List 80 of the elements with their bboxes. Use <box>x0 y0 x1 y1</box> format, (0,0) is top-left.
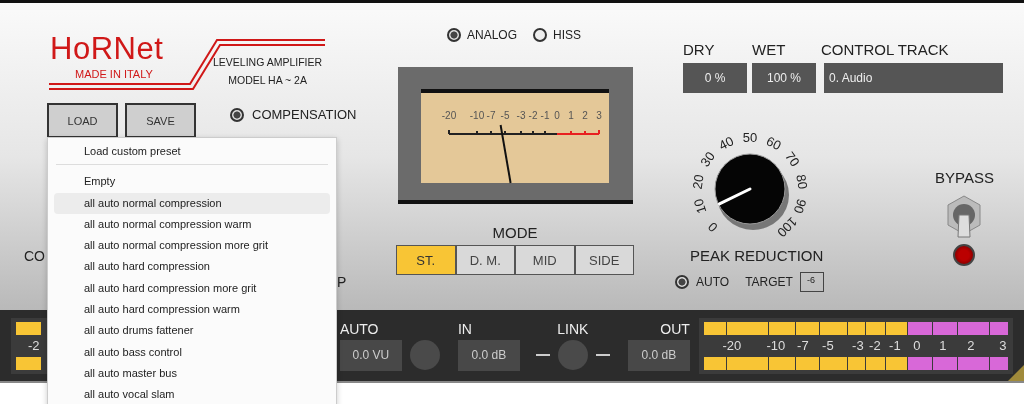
vu-scale-label: 2 <box>582 110 588 121</box>
tagline: MADE IN ITALY <box>75 68 153 81</box>
menu-item[interactable]: all auto hard compression more grit <box>54 277 330 300</box>
mode-button[interactable]: D. M. <box>455 245 515 275</box>
vu-scale-label: -1 <box>540 110 550 121</box>
vu-scale-label: -7 <box>486 110 496 121</box>
bypass-label: BYPASS <box>935 169 994 186</box>
control-label: P <box>337 274 347 290</box>
vu-scale-label: -20 <box>441 110 457 121</box>
meter-scale-label: -2 <box>28 337 40 353</box>
control-track-label: CONTROL TRACK <box>821 41 950 58</box>
vu-scale-label: -10 <box>469 110 485 121</box>
wet-field[interactable]: 100 % <box>752 63 816 93</box>
mode-button[interactable]: SIDE <box>574 245 634 275</box>
model-title: LEVELING AMPLIFIER <box>213 56 323 68</box>
analog-label: ANALOG <box>467 28 517 42</box>
compensation-label: COMPENSATION <box>252 107 357 122</box>
knob-scale-label: 70 <box>782 148 803 170</box>
knob-scale-label: 100 <box>774 214 801 241</box>
vu-scale-label: 0 <box>554 110 560 121</box>
auto-gain-label: AUTO <box>339 320 380 337</box>
menu-item[interactable]: Load custom preset <box>54 141 330 163</box>
knob-scale-label: 30 <box>697 148 718 170</box>
vu-scale-label: -3 <box>516 110 526 121</box>
mode-button[interactable]: MID <box>515 245 575 275</box>
output-label: OUT <box>660 320 690 337</box>
input-label: IN <box>457 320 473 337</box>
meter-scale-label: 3 <box>999 337 1007 354</box>
vu-scale-label: 3 <box>596 110 602 121</box>
auto-label: AUTO <box>696 275 730 289</box>
load-button[interactable]: LOAD <box>47 103 118 138</box>
meter-scale-label: -1 <box>889 337 901 354</box>
meter-scale-label: -10 <box>766 337 786 354</box>
menu-item[interactable]: all auto normal compression more grit <box>54 235 330 257</box>
mode-button[interactable]: ST. <box>396 245 456 275</box>
meter-scale-label: 2 <box>967 337 975 354</box>
control-label: CO <box>24 248 45 264</box>
menu-item[interactable]: all auto normal compression warm <box>54 213 330 236</box>
meter-scale-label: 0 <box>913 337 921 354</box>
vu-scale-label: 1 <box>568 110 574 121</box>
wet-label: WET <box>752 41 787 58</box>
knob-scale-label: 80 <box>793 173 811 191</box>
knob-scale-label: 60 <box>764 133 784 154</box>
menu-item[interactable]: all auto vocal slam <box>54 384 330 404</box>
meter-scale-label: -20 <box>722 337 742 354</box>
vu-scale-label: -2 <box>528 110 538 121</box>
dry-field[interactable]: 0 % <box>683 63 747 93</box>
peak-reduction-label: PEAK REDUCTION <box>690 247 824 264</box>
menu-item[interactable]: all auto bass control <box>54 341 330 363</box>
hiss-label: HISS <box>553 28 581 42</box>
dry-label: DRY <box>683 41 716 58</box>
output-field[interactable]: 0.0 dB <box>627 339 690 371</box>
target-label: TARGET <box>745 275 793 289</box>
menu-item[interactable]: all auto hard compression <box>54 256 330 278</box>
brand-logo: HoRNet <box>50 32 164 66</box>
meter-scale-label: -3 <box>852 337 864 354</box>
menu-item[interactable]: all auto master bus <box>54 362 330 385</box>
menu-item[interactable]: all auto normal compression <box>54 192 330 214</box>
link-label: LINK <box>557 320 589 337</box>
knob-scale-label: 10 <box>690 197 710 216</box>
vu-scale-label: -5 <box>500 110 510 121</box>
target-field[interactable]: -6 <box>799 272 824 292</box>
meter-scale-label: 1 <box>939 337 947 354</box>
menu-item[interactable]: all auto hard compression warm <box>54 299 330 321</box>
meter-scale-label: -7 <box>797 337 809 354</box>
menu-item[interactable]: Empty <box>54 171 330 193</box>
knob-scale-label: 20 <box>689 173 707 191</box>
model-name: MODEL HA ~ 2A <box>228 74 307 86</box>
input-field[interactable]: 0.0 dB <box>457 339 520 371</box>
meter-scale-label: -5 <box>822 337 834 354</box>
control-track-field[interactable]: 0. Audio <box>824 63 1003 93</box>
knob-scale-label: 90 <box>790 197 810 216</box>
knob-scale-label: 50 <box>742 130 758 145</box>
knob-scale-label: 40 <box>716 133 736 154</box>
knob-scale-label: 0 <box>705 219 721 235</box>
menu-item[interactable]: all auto drums fattener <box>54 320 330 342</box>
auto-gain-field[interactable]: 0.0 VU <box>339 339 402 371</box>
meter-scale-label: -2 <box>869 337 881 354</box>
mode-label: MODE <box>492 224 538 241</box>
save-button[interactable]: SAVE <box>125 103 196 138</box>
